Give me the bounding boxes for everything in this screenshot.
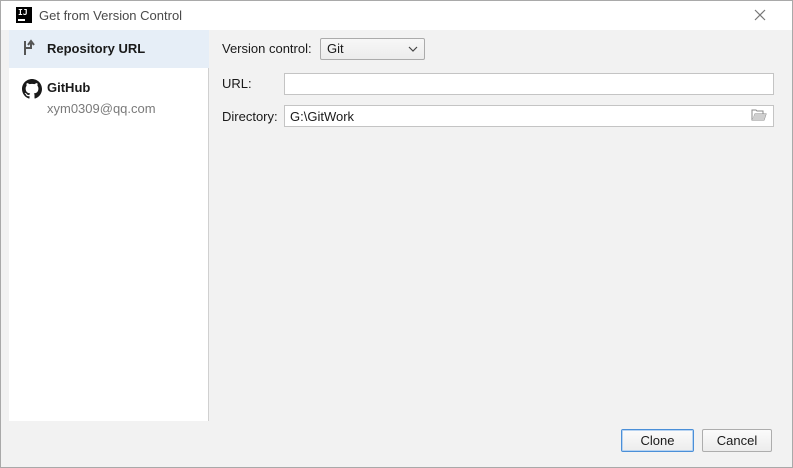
sidebar-item-label: GitHub — [47, 80, 91, 95]
directory-input[interactable] — [284, 105, 774, 127]
sidebar-item-label: Repository URL — [47, 41, 146, 56]
url-input[interactable] — [284, 73, 774, 95]
directory-label: Directory: — [222, 109, 278, 124]
version-control-label: Version control: — [222, 41, 312, 56]
github-icon — [22, 79, 42, 102]
github-account-email: xym0309@qq.com — [47, 101, 156, 116]
url-label: URL: — [222, 76, 252, 91]
intellij-app-icon: IJ — [16, 7, 32, 23]
close-button[interactable] — [752, 7, 768, 23]
version-control-value: Git — [327, 41, 344, 56]
repository-url-icon — [22, 39, 40, 60]
dialog-window: IJ Get from Version Control Repository U… — [0, 0, 793, 468]
browse-folder-button[interactable] — [751, 108, 769, 124]
sidebar-item-repository-url[interactable]: Repository URL — [9, 30, 209, 68]
folder-icon — [751, 109, 767, 121]
version-control-select[interactable]: Git — [320, 38, 425, 60]
close-icon — [754, 9, 766, 21]
cancel-button[interactable]: Cancel — [702, 429, 772, 452]
window-title: Get from Version Control — [39, 8, 183, 23]
clone-button[interactable]: Clone — [621, 429, 694, 452]
sidebar-item-github[interactable]: GitHub xym0309@qq.com — [9, 71, 209, 123]
chevron-down-icon — [408, 39, 418, 67]
sidebar: Repository URL GitHub xym0309@qq.com — [9, 30, 209, 421]
title-bar: IJ Get from Version Control — [1, 1, 792, 30]
